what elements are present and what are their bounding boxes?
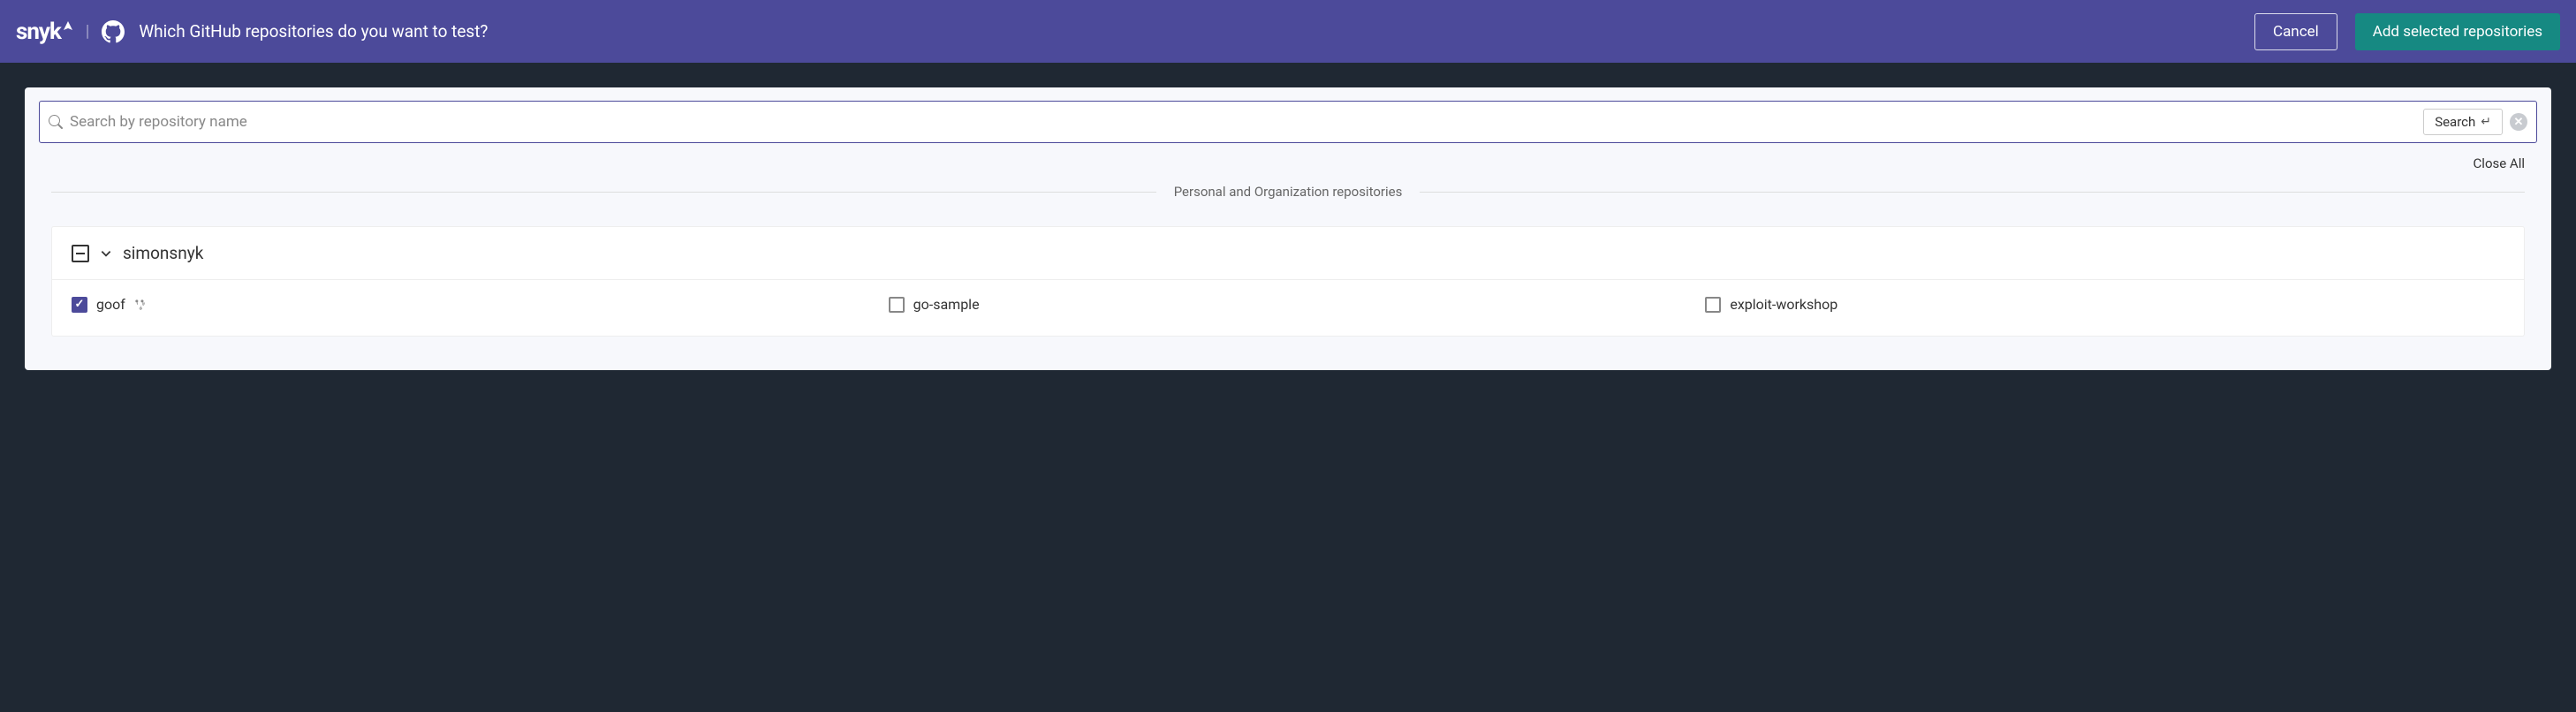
repo-item: go-sample — [889, 296, 1688, 313]
repo-name: go-sample — [913, 296, 980, 313]
enter-key-icon: ↵ — [2481, 115, 2491, 129]
content-panel: Search ↵ ✕ Close All Personal and Organi… — [25, 87, 2551, 370]
github-icon — [102, 20, 125, 43]
search-box: Search ↵ ✕ — [39, 101, 2537, 143]
clear-search-icon[interactable]: ✕ — [2510, 113, 2527, 131]
logo-divider: | — [86, 22, 89, 41]
repo-list: goof go-sample exploit-workshop — [52, 280, 2524, 336]
content-wrapper: Search ↵ ✕ Close All Personal and Organi… — [0, 63, 2576, 395]
header: snyk | Which GitHub repositories do you … — [0, 0, 2576, 63]
repo-item: exploit-workshop — [1705, 296, 2504, 313]
close-all-row: Close All — [25, 152, 2551, 184]
repo-checkbox[interactable] — [889, 297, 905, 313]
divider-line — [1420, 192, 2525, 193]
org-checkbox-indeterminate[interactable] — [72, 245, 89, 262]
search-input[interactable] — [70, 113, 2416, 131]
repo-checkbox[interactable] — [72, 297, 87, 313]
cancel-button[interactable]: Cancel — [2254, 13, 2337, 50]
repo-name: exploit-workshop — [1730, 296, 1837, 313]
section-divider: Personal and Organization repositories — [25, 184, 2551, 200]
repo-name: goof — [96, 296, 125, 313]
search-row: Search ↵ ✕ — [25, 87, 2551, 152]
repo-checkbox[interactable] — [1705, 297, 1721, 313]
section-label: Personal and Organization repositories — [1174, 184, 1403, 200]
add-selected-button[interactable]: Add selected repositories — [2355, 13, 2560, 50]
fork-icon — [134, 299, 147, 311]
org-name: simonsnyk — [123, 243, 203, 263]
snyk-logo: snyk — [16, 19, 73, 45]
snyk-arrow-icon — [63, 21, 73, 39]
divider-line — [51, 192, 1156, 193]
close-all-link[interactable]: Close All — [2474, 155, 2525, 171]
org-block: simonsnyk goof go-sample exploit-worksho… — [51, 226, 2525, 337]
page-title: Which GitHub repositories do you want to… — [139, 21, 488, 42]
repo-item: goof — [72, 296, 871, 313]
search-button[interactable]: Search ↵ — [2423, 109, 2503, 135]
chevron-down-icon[interactable] — [100, 247, 112, 260]
org-header: simonsnyk — [52, 227, 2524, 280]
search-icon — [49, 115, 63, 129]
